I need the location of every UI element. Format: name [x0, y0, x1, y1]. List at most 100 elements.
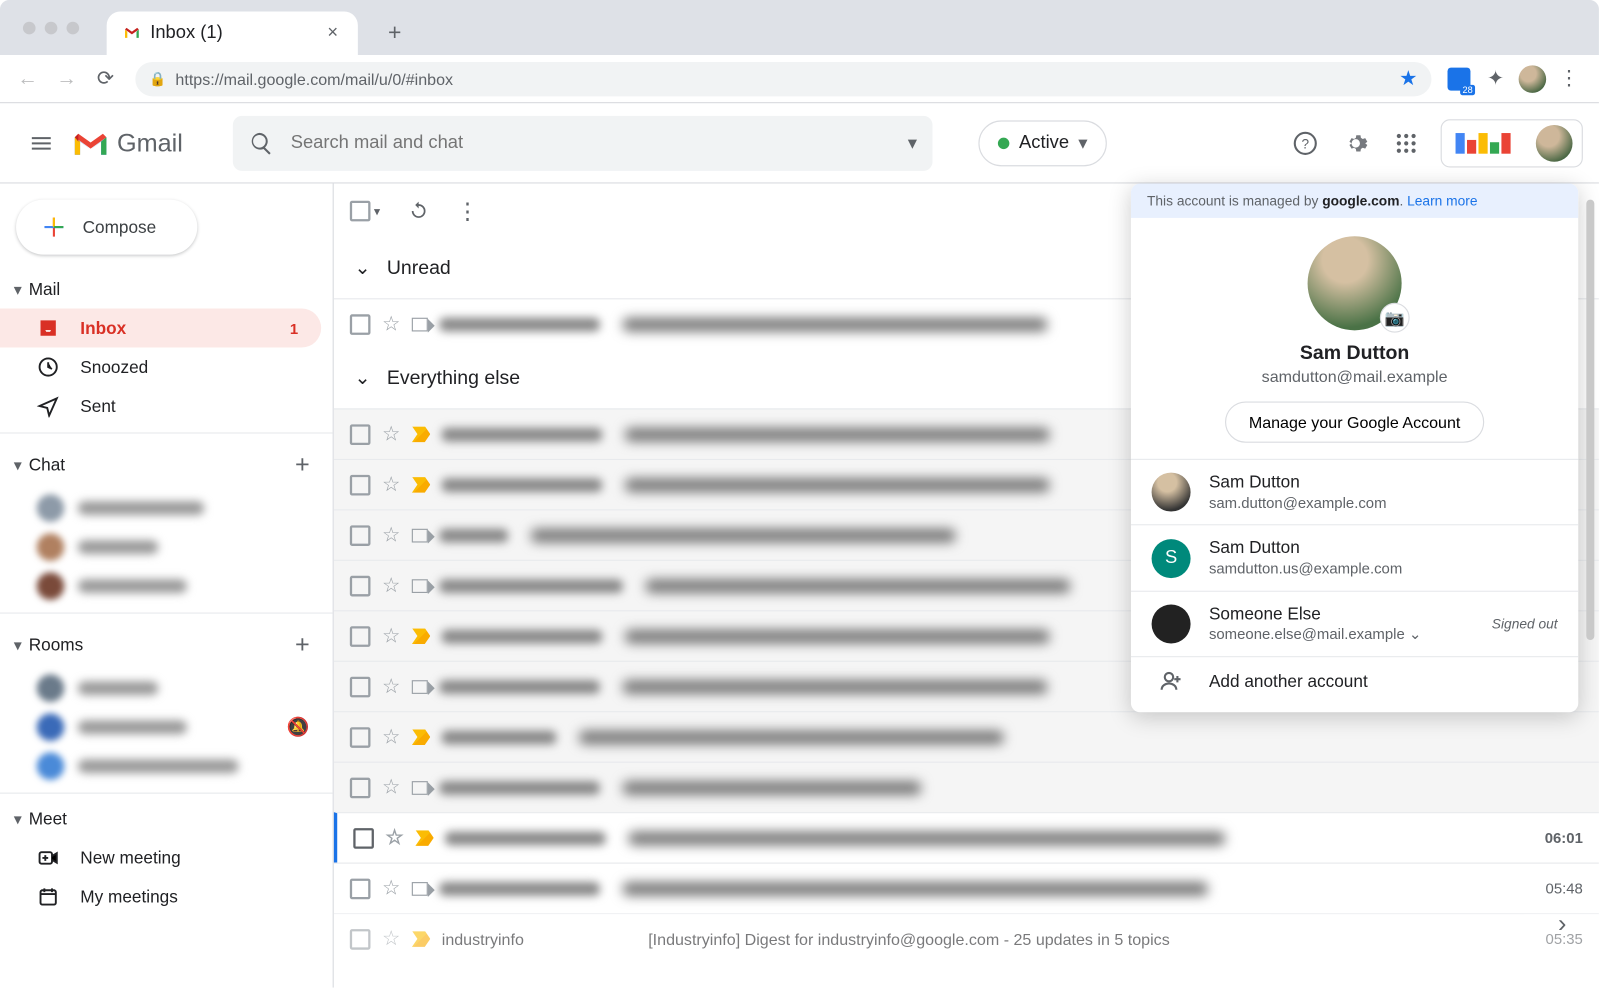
select-all-checkbox[interactable]: ▾ — [350, 201, 380, 222]
new-tab-button[interactable]: + — [379, 17, 411, 49]
importance-marker[interactable] — [412, 781, 428, 795]
sidebar-item-snoozed[interactable]: Snoozed — [0, 348, 321, 387]
sidebar-item-my-meetings[interactable]: My meetings — [0, 877, 321, 916]
row-checkbox[interactable] — [350, 525, 371, 546]
row-checkbox[interactable] — [350, 424, 371, 445]
row-checkbox[interactable] — [350, 626, 371, 647]
add-account-button[interactable]: Add another account — [1131, 656, 1578, 705]
support-icon[interactable]: ? — [1282, 120, 1328, 166]
chat-contact[interactable] — [0, 489, 333, 528]
settings-gear-icon[interactable] — [1333, 120, 1379, 166]
row-checkbox[interactable] — [350, 878, 371, 899]
importance-marker[interactable] — [412, 729, 430, 745]
star-icon[interactable]: ☆ — [382, 574, 401, 598]
gmail-logo[interactable]: Gmail — [71, 128, 183, 158]
sidebar-item-inbox[interactable]: Inbox 1 — [0, 309, 321, 348]
chat-section-header[interactable]: ▾ Chat + — [0, 440, 333, 488]
mail-section-header[interactable]: ▾ Mail — [0, 271, 333, 309]
email-row[interactable]: ☆05:48 — [334, 863, 1599, 913]
extensions-puzzle-icon[interactable]: ✦ — [1482, 65, 1510, 93]
browser-menu-icon[interactable]: ⋮ — [1555, 65, 1583, 93]
browser-profile-avatar[interactable] — [1519, 65, 1547, 93]
sidebar-item-sent[interactable]: Sent — [0, 387, 321, 426]
manage-account-button[interactable]: Manage your Google Account — [1225, 401, 1485, 442]
importance-marker[interactable] — [412, 881, 428, 895]
account-option[interactable]: Someone Else someone.else@mail.example ⌄… — [1131, 590, 1578, 656]
status-chip[interactable]: Active ▾ — [979, 120, 1107, 166]
row-checkbox[interactable] — [350, 727, 371, 748]
close-tab-icon[interactable]: × — [324, 24, 342, 42]
account-avatar[interactable] — [1536, 124, 1573, 161]
room-item[interactable] — [0, 669, 333, 708]
address-bar[interactable]: 🔒 https://mail.google.com/mail/u/0/#inbo… — [135, 61, 1431, 95]
account-option[interactable]: S Sam Dutton samdutton.us@example.com — [1131, 525, 1578, 591]
room-item[interactable]: 🔕 — [0, 708, 333, 747]
star-icon[interactable]: ☆ — [382, 927, 401, 951]
caret-down-icon[interactable]: ▾ — [14, 635, 22, 654]
caret-down-icon[interactable]: ▾ — [14, 280, 22, 299]
caret-down-icon[interactable]: ▾ — [14, 810, 22, 829]
email-row[interactable]: ☆ — [334, 711, 1599, 761]
more-menu-icon[interactable]: ⋮ — [456, 197, 479, 226]
chevron-down-icon[interactable]: ⌄ — [350, 362, 376, 394]
bookmark-star-icon[interactable]: ★ — [1399, 67, 1418, 91]
side-panel-toggle-icon[interactable]: › — [1539, 900, 1585, 946]
apps-grid-icon[interactable] — [1383, 120, 1429, 166]
change-photo-icon[interactable]: 📷 — [1380, 303, 1410, 333]
caret-down-icon[interactable]: ▾ — [14, 455, 22, 474]
learn-more-link[interactable]: Learn more — [1407, 193, 1477, 209]
star-icon[interactable]: ☆ — [382, 422, 401, 446]
add-room-icon[interactable]: + — [295, 630, 319, 660]
star-icon[interactable]: ☆ — [385, 826, 404, 850]
row-checkbox[interactable] — [350, 928, 371, 949]
org-logo-icon[interactable] — [1451, 128, 1515, 158]
importance-marker[interactable] — [412, 426, 430, 442]
compose-button[interactable]: Compose — [16, 200, 197, 255]
star-icon[interactable]: ☆ — [382, 473, 401, 497]
star-icon[interactable]: ☆ — [382, 624, 401, 648]
search-options-dropdown-icon[interactable]: ▾ — [908, 131, 917, 154]
refresh-button[interactable] — [408, 201, 429, 222]
sidebar-item-new-meeting[interactable]: New meeting — [0, 838, 321, 877]
importance-marker[interactable] — [412, 579, 428, 593]
extension-calendar-icon[interactable]: 28 — [1445, 65, 1473, 93]
browser-tab[interactable]: Inbox (1) × — [107, 11, 358, 55]
importance-marker[interactable] — [412, 477, 430, 493]
search-box[interactable]: ▾ — [233, 115, 933, 170]
forward-button[interactable]: → — [50, 63, 82, 95]
chevron-down-icon[interactable]: ⌄ — [350, 252, 376, 284]
reload-button[interactable]: ⟳ — [89, 63, 121, 95]
star-icon[interactable]: ☆ — [382, 725, 401, 749]
row-checkbox[interactable] — [353, 828, 374, 849]
row-checkbox[interactable] — [350, 314, 371, 335]
main-menu-icon[interactable] — [16, 118, 66, 168]
room-item[interactable] — [0, 747, 333, 786]
email-row[interactable]: ☆industryinfo[Industryinfo] Digest for i… — [334, 913, 1599, 963]
back-button[interactable]: ← — [11, 63, 43, 95]
importance-marker[interactable] — [412, 628, 430, 644]
popup-scrollbar[interactable] — [1586, 200, 1594, 640]
meet-section-header[interactable]: ▾ Meet — [0, 801, 333, 839]
chat-contact[interactable] — [0, 567, 333, 606]
row-checkbox[interactable] — [350, 575, 371, 596]
add-chat-icon[interactable]: + — [295, 450, 319, 480]
mute-icon[interactable]: 🔕 — [287, 716, 319, 739]
importance-marker[interactable] — [415, 830, 433, 846]
importance-marker[interactable] — [412, 528, 428, 542]
importance-marker[interactable] — [412, 931, 430, 947]
star-icon[interactable]: ☆ — [382, 775, 401, 799]
star-icon[interactable]: ☆ — [382, 674, 401, 698]
window-maximize[interactable] — [67, 21, 80, 34]
account-option[interactable]: Sam Dutton sam.dutton@example.com — [1131, 459, 1578, 525]
importance-marker[interactable] — [412, 317, 428, 331]
search-input[interactable] — [291, 132, 892, 153]
star-icon[interactable]: ☆ — [382, 523, 401, 547]
email-row[interactable]: ☆ — [334, 762, 1599, 812]
email-row[interactable]: ☆06:01 — [334, 812, 1599, 862]
star-icon[interactable]: ☆ — [382, 312, 401, 336]
window-close[interactable] — [23, 21, 36, 34]
row-checkbox[interactable] — [350, 777, 371, 798]
row-checkbox[interactable] — [350, 474, 371, 495]
star-icon[interactable]: ☆ — [382, 876, 401, 900]
chevron-down-icon[interactable]: ⌄ — [1409, 625, 1422, 642]
